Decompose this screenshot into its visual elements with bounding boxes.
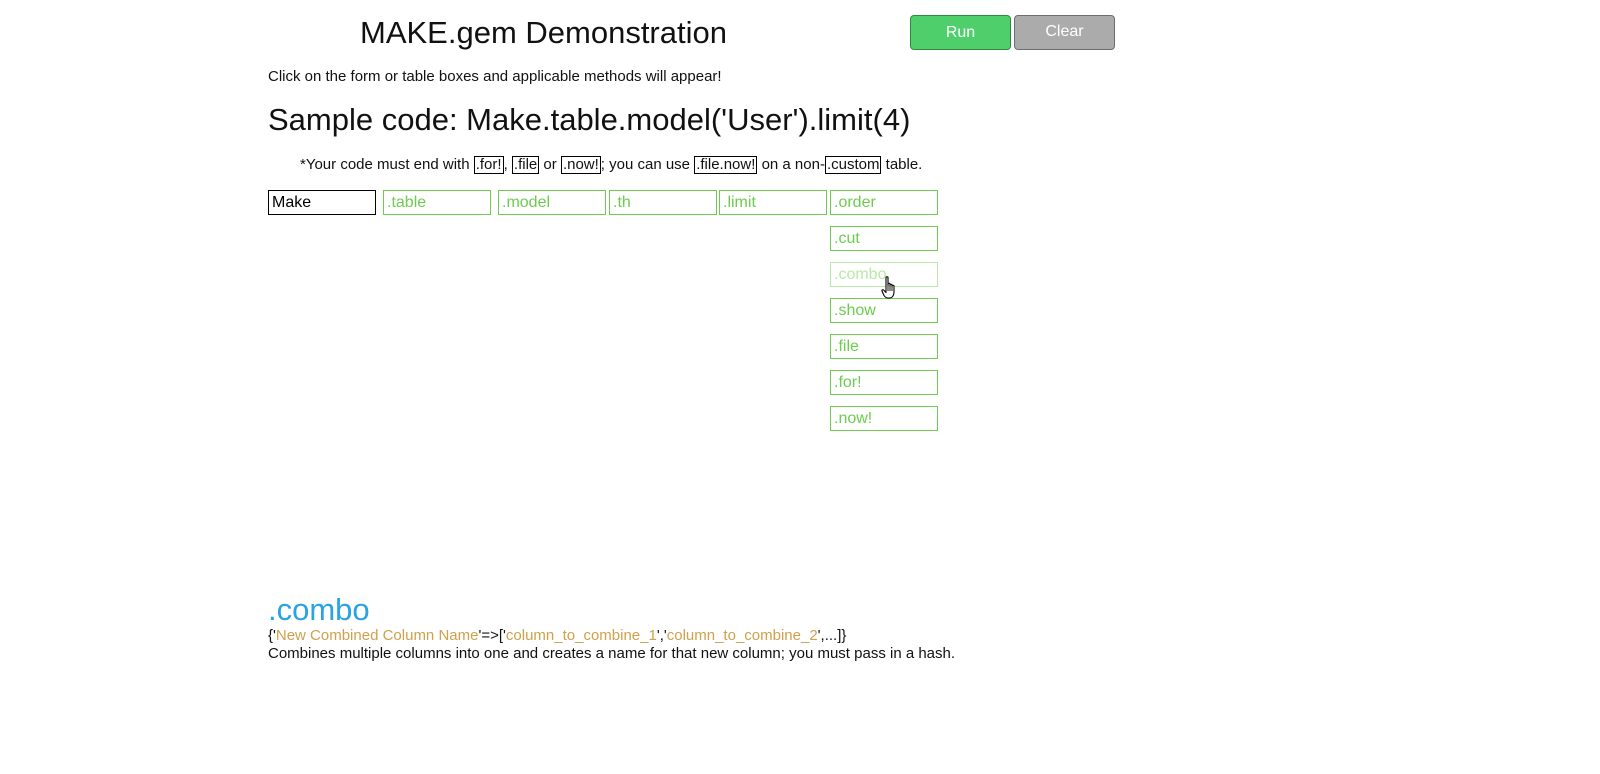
note-prefix: *Your code must end with: [300, 156, 474, 173]
method-option-now-bang[interactable]: .now!: [830, 406, 938, 431]
sample-code: Sample code: Make.table.model('User').li…: [268, 102, 911, 137]
method-signature: {'New Combined Column Name'=>['column_to…: [268, 627, 846, 645]
note-separator: ; you can use: [600, 156, 695, 173]
method-option-file[interactable]: .file: [830, 334, 938, 359]
code-for-bang: .for!: [473, 156, 504, 174]
method-option-for-bang[interactable]: .for!: [830, 370, 938, 395]
method-option-show[interactable]: .show: [830, 298, 938, 323]
code-file-now-bang: .file.now!: [694, 156, 758, 174]
method-description: Combines multiple columns into one and c…: [268, 645, 956, 662]
code-custom: .custom: [824, 156, 882, 174]
code-file: .file: [511, 156, 540, 174]
sig-separator: ',': [656, 627, 667, 644]
code-ending-note: *Your code must end with .for!, .file or…: [300, 155, 922, 175]
chain-box-make[interactable]: Make: [268, 190, 376, 215]
sig-arg-column-2: column_to_combine_2: [666, 627, 818, 644]
hand-pointer-cursor-icon: [881, 276, 895, 299]
note-separator: or: [539, 156, 561, 173]
code-now-bang: .now!: [560, 156, 601, 174]
page-title: MAKE.gem Demonstration: [360, 15, 727, 50]
selected-method-name: .combo: [268, 592, 370, 627]
sig-close: ',...]}: [817, 627, 847, 644]
note-separator: ,: [503, 156, 512, 173]
chain-box-model[interactable]: .model: [498, 190, 606, 215]
method-option-cut[interactable]: .cut: [830, 226, 938, 251]
method-option-order[interactable]: .order: [830, 190, 938, 215]
clear-button[interactable]: Clear: [1014, 15, 1115, 50]
chain-box-table[interactable]: .table: [383, 190, 491, 215]
chain-box-th[interactable]: .th: [609, 190, 717, 215]
note-suffix: table.: [881, 156, 923, 173]
sig-open: {': [268, 627, 276, 644]
sig-arg-new-column-name: New Combined Column Name: [275, 627, 479, 644]
chain-box-limit[interactable]: .limit: [719, 190, 827, 215]
sig-arg-column-1: column_to_combine_1: [505, 627, 657, 644]
intro-text: Click on the form or table boxes and app…: [268, 68, 722, 85]
note-separator: on a non-: [757, 156, 825, 173]
sig-arrow: '=>[': [478, 627, 506, 644]
run-button[interactable]: Run: [910, 15, 1011, 50]
